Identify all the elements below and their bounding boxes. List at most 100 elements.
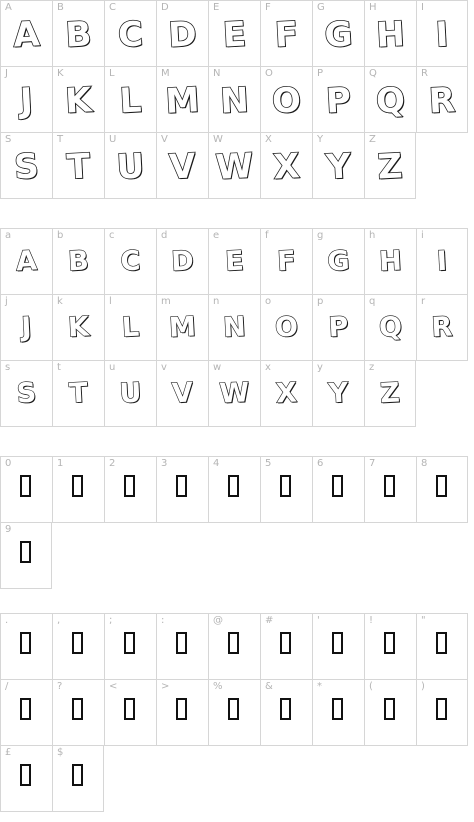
glyph-cell: * [312, 679, 364, 746]
glyph-key-label: w [213, 362, 222, 373]
glyph-preview: I [436, 245, 449, 278]
glyph-key-label: O [265, 68, 273, 79]
glyph-cell: UU [104, 132, 156, 199]
glyph-cell: MM [156, 66, 208, 133]
glyph-cell: oO [260, 294, 312, 361]
glyph-preview: E [224, 245, 245, 278]
glyph-key-label: I [421, 2, 424, 13]
missing-glyph-box-icon [280, 698, 291, 720]
glyph-key-label: M [161, 68, 170, 79]
glyph-preview: L [120, 311, 140, 344]
glyph-cell: CC [104, 0, 156, 67]
glyph-cell: % [208, 679, 260, 746]
glyph-cell: 9 [0, 522, 52, 589]
missing-glyph-box-icon [384, 475, 395, 497]
glyph-preview: T [65, 146, 92, 189]
missing-glyph-box-icon [72, 764, 83, 786]
glyph-key-label: C [109, 2, 116, 13]
glyph-cell: LL [104, 66, 156, 133]
glyph-key-label: p [317, 296, 324, 307]
glyph-key-label: E [213, 2, 220, 13]
glyph-preview: T [68, 377, 89, 410]
glyph-cell: iI [416, 228, 468, 295]
glyph-key-label: y [317, 362, 323, 373]
glyph-cell: fF [260, 228, 312, 295]
glyph-preview: Q [378, 311, 404, 344]
glyph-cell: ' [312, 613, 364, 680]
glyph-key-label: 5 [265, 458, 272, 469]
glyph-key-label: j [5, 296, 8, 307]
glyph-key-label: 1 [57, 458, 64, 469]
missing-glyph-box-icon [72, 632, 83, 654]
glyph-preview: A [12, 14, 42, 57]
glyph-cell: RR [416, 66, 468, 133]
glyph-cell: . [0, 613, 52, 680]
glyph-key-label: W [213, 134, 223, 145]
glyph-cell: kK [52, 294, 104, 361]
glyph-cell: 3 [156, 456, 208, 523]
glyph-cell: 0 [0, 456, 52, 523]
glyph-cell: # [260, 613, 312, 680]
missing-glyph-box-icon [280, 632, 291, 654]
glyph-cell: BB [52, 0, 104, 67]
glyph-key-label: 2 [109, 458, 116, 469]
glyph-preview: V [171, 377, 195, 410]
glyph-key-label: a [5, 230, 12, 241]
glyph-cell: vV [156, 360, 208, 427]
glyph-key-label: ' [317, 615, 320, 626]
glyph-cell: SS [0, 132, 52, 199]
glyph-key-label: d [161, 230, 168, 241]
glyph-preview: Y [324, 146, 352, 189]
glyph-preview: B [64, 14, 93, 57]
glyph-preview: H [378, 245, 403, 278]
glyph-preview: Z [376, 146, 404, 189]
glyph-key-label: z [369, 362, 375, 373]
glyph-preview: Q [374, 80, 406, 123]
glyph-preview: H [374, 14, 406, 57]
glyph-cell: @ [208, 613, 260, 680]
missing-glyph-box-icon [280, 475, 291, 497]
glyph-key-label: b [57, 230, 64, 241]
glyph-key-label: D [161, 2, 169, 13]
glyph-key-label: , [57, 615, 61, 626]
missing-glyph-box-icon [436, 698, 447, 720]
glyph-preview: D [170, 245, 195, 278]
glyph-key-label: J [5, 68, 8, 79]
missing-glyph-box-icon [20, 764, 31, 786]
glyph-preview: N [222, 311, 247, 344]
glyph-key-label: e [213, 230, 220, 241]
glyph-cell: uU [104, 360, 156, 427]
glyph-cell: : [156, 613, 208, 680]
glyph-key-label: L [109, 68, 115, 79]
glyph-key-label: k [57, 296, 63, 307]
glyph-key-label: " [421, 615, 426, 626]
glyph-cell: pP [312, 294, 364, 361]
glyph-cell: ? [52, 679, 104, 746]
glyph-cell: mM [156, 294, 208, 361]
glyph-preview: F [273, 14, 300, 57]
glyph-preview: X [275, 377, 299, 410]
glyph-key-label: ) [421, 681, 425, 692]
glyph-cell: WW [208, 132, 260, 199]
glyph-preview: U [118, 377, 143, 410]
glyph-preview: C [119, 245, 142, 278]
glyph-key-label: n [213, 296, 220, 307]
missing-glyph-box-icon [124, 475, 135, 497]
glyph-preview: N [218, 80, 250, 123]
glyph-cell: £ [0, 745, 52, 812]
glyph-key-label: % [213, 681, 223, 692]
glyph-cell: VV [156, 132, 208, 199]
missing-glyph-box-icon [20, 541, 31, 563]
missing-glyph-box-icon [384, 632, 395, 654]
glyph-key-label: X [265, 134, 272, 145]
glyph-preview: J [20, 311, 33, 344]
glyph-cell: YY [312, 132, 364, 199]
glyph-cell: AA [0, 0, 52, 67]
glyph-key-label: ; [109, 615, 113, 626]
glyph-cell: bB [52, 228, 104, 295]
glyph-cell: " [416, 613, 468, 680]
glyph-cell: NN [208, 66, 260, 133]
glyph-key-label: u [109, 362, 116, 373]
glyph-key-label: h [369, 230, 376, 241]
glyph-key-label: F [265, 2, 271, 13]
